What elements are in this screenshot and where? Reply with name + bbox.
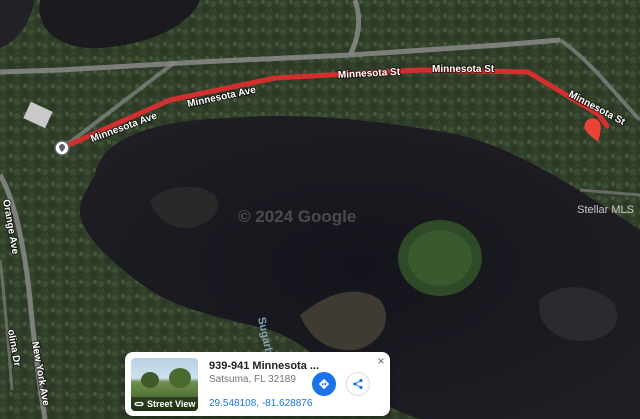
share-icon — [353, 378, 363, 390]
place-address: Satsuma, FL 32189 — [209, 374, 296, 385]
place-coordinates[interactable]: 29.548108, -81.628876 — [209, 398, 312, 409]
close-button[interactable]: × — [375, 355, 387, 367]
map-attribution: Stellar MLS — [577, 204, 634, 216]
directions-icon — [318, 378, 330, 390]
place-title: 939-941 Minnesota ... — [209, 360, 320, 372]
street-view-icon — [134, 401, 144, 407]
share-button[interactable] — [346, 372, 370, 396]
watermark: © 2024 Google — [238, 207, 356, 226]
street-view-thumbnail[interactable]: Street View — [131, 358, 198, 411]
street-view-bar[interactable]: Street View — [131, 397, 198, 411]
street-view-label: Street View — [147, 399, 196, 409]
road-label-minnesota-st-2: Minnesota St — [432, 64, 495, 75]
directions-button[interactable] — [312, 372, 336, 396]
place-info-card[interactable]: Street View 939-941 Minnesota ... Satsum… — [125, 352, 390, 416]
